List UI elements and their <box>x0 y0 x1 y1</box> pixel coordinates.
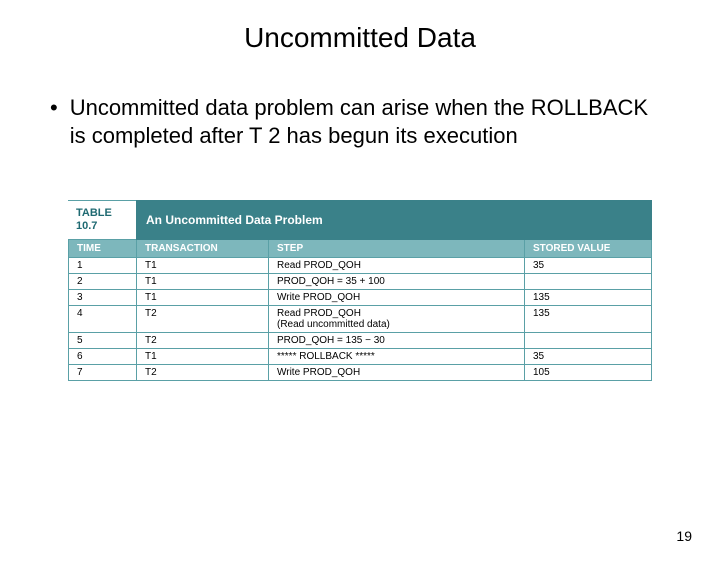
bullet-item: • Uncommitted data problem can arise whe… <box>50 94 670 150</box>
cell-val <box>525 274 652 290</box>
table-container: TABLE 10.7 An Uncommitted Data Problem T… <box>68 200 652 381</box>
table-header-row: TIME TRANSACTION STEP STORED VALUE <box>69 240 652 258</box>
col-header-stored-value: STORED VALUE <box>525 240 652 258</box>
table-row: 2 T1 PROD_QOH = 35 + 100 <box>69 274 652 290</box>
cell-step-sub: (Read uncommitted data) <box>277 319 390 330</box>
table-label: TABLE 10.7 <box>68 200 136 240</box>
cell-step-main: Read PROD_QOH <box>277 308 361 319</box>
cell-txn: T2 <box>137 365 269 381</box>
col-header-time: TIME <box>69 240 137 258</box>
cell-step: PROD_QOH = 135 − 30 <box>269 333 525 349</box>
table-row: 6 T1 ***** ROLLBACK ***** 35 <box>69 349 652 365</box>
cell-txn: T1 <box>137 258 269 274</box>
cell-txn: T2 <box>137 306 269 333</box>
table-row: 7 T2 Write PROD_QOH 105 <box>69 365 652 381</box>
cell-step: Write PROD_QOH <box>269 365 525 381</box>
cell-step: Read PROD_QOH <box>269 258 525 274</box>
cell-time: 7 <box>69 365 137 381</box>
bullet-list: • Uncommitted data problem can arise whe… <box>50 94 670 150</box>
col-header-step: STEP <box>269 240 525 258</box>
page-number: 19 <box>676 528 692 544</box>
cell-step: Write PROD_QOH <box>269 290 525 306</box>
slide-title: Uncommitted Data <box>0 22 720 54</box>
col-header-transaction: TRANSACTION <box>137 240 269 258</box>
cell-step: Read PROD_QOH (Read uncommitted data) <box>269 306 525 333</box>
cell-time: 3 <box>69 290 137 306</box>
cell-val: 135 <box>525 290 652 306</box>
cell-step: ***** ROLLBACK ***** <box>269 349 525 365</box>
table-label-line1: TABLE <box>76 207 112 219</box>
cell-time: 2 <box>69 274 137 290</box>
cell-txn: T1 <box>137 349 269 365</box>
cell-val <box>525 333 652 349</box>
cell-time: 4 <box>69 306 137 333</box>
bullet-text: Uncommitted data problem can arise when … <box>70 94 670 150</box>
table-row: 5 T2 PROD_QOH = 135 − 30 <box>69 333 652 349</box>
table-row: 4 T2 Read PROD_QOH (Read uncommitted dat… <box>69 306 652 333</box>
table-row: 3 T1 Write PROD_QOH 135 <box>69 290 652 306</box>
cell-time: 1 <box>69 258 137 274</box>
cell-val: 105 <box>525 365 652 381</box>
cell-time: 6 <box>69 349 137 365</box>
table-caption-row: TABLE 10.7 An Uncommitted Data Problem <box>68 200 652 240</box>
cell-time: 5 <box>69 333 137 349</box>
table-label-line2: 10.7 <box>76 220 97 232</box>
bullet-dot: • <box>50 94 58 122</box>
table-row: 1 T1 Read PROD_QOH 35 <box>69 258 652 274</box>
table-caption: An Uncommitted Data Problem <box>136 200 652 240</box>
data-table: TIME TRANSACTION STEP STORED VALUE 1 T1 … <box>68 240 652 381</box>
cell-txn: T2 <box>137 333 269 349</box>
cell-val: 35 <box>525 349 652 365</box>
cell-txn: T1 <box>137 290 269 306</box>
cell-step: PROD_QOH = 35 + 100 <box>269 274 525 290</box>
cell-val: 135 <box>525 306 652 333</box>
cell-val: 35 <box>525 258 652 274</box>
cell-txn: T1 <box>137 274 269 290</box>
